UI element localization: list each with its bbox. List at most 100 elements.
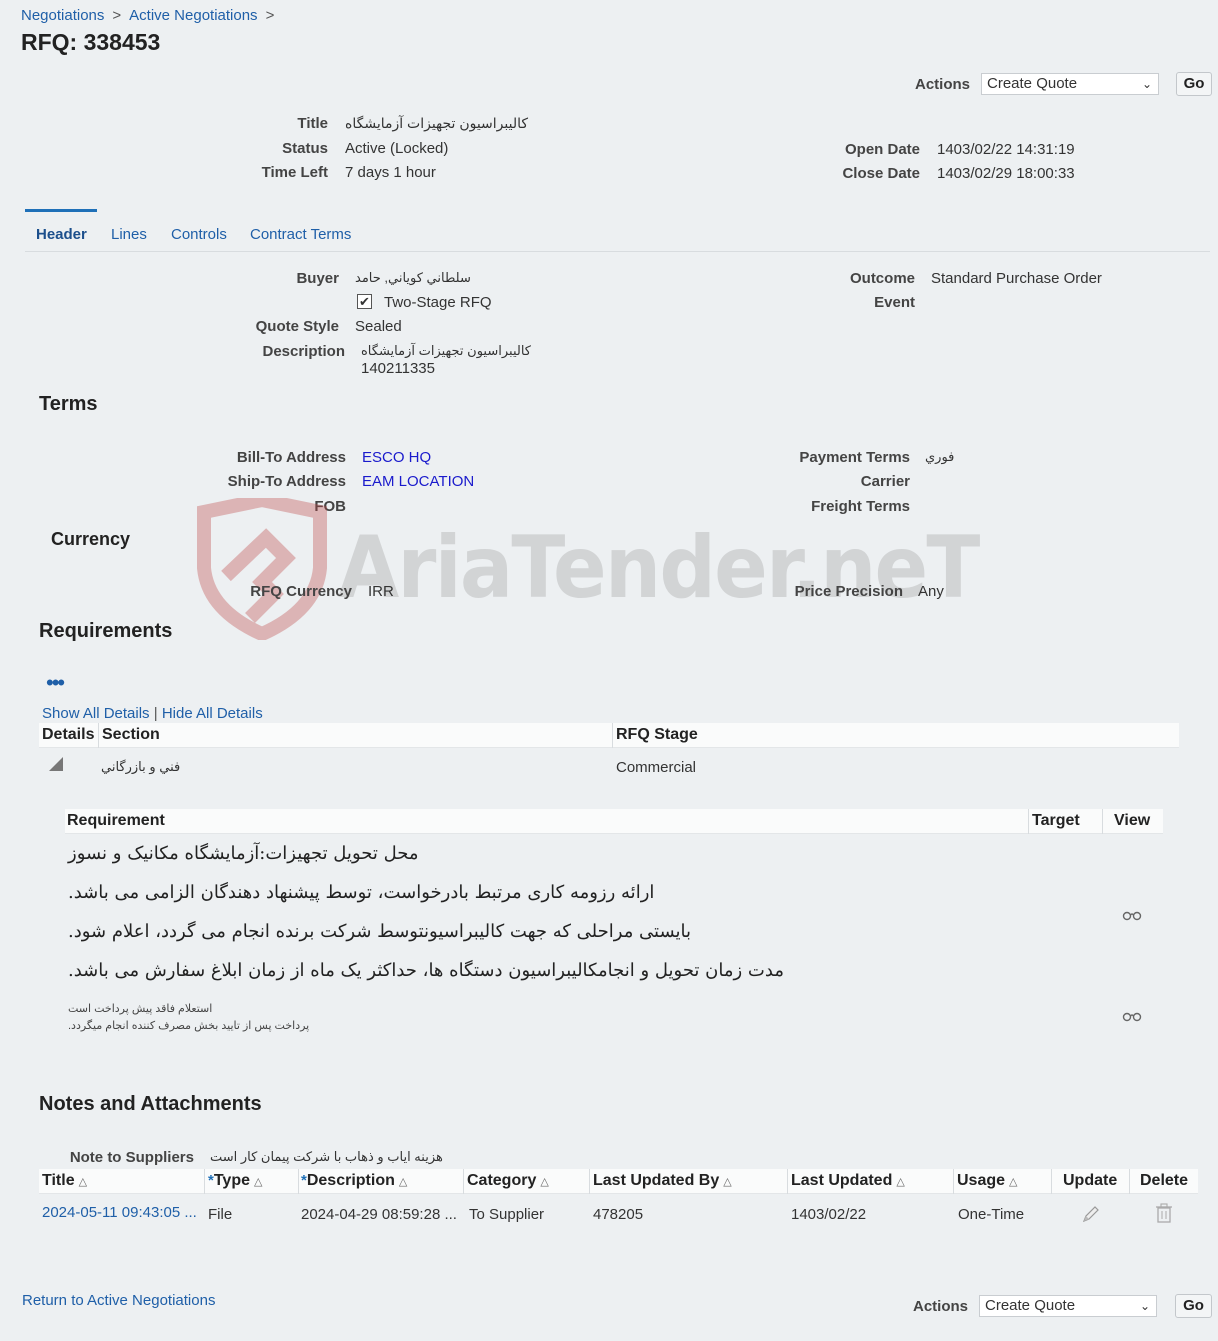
show-all-details-link[interactable]: Show All Details xyxy=(42,705,150,722)
payment-terms-value: فوري xyxy=(925,449,955,464)
more-options-icon[interactable]: ••• xyxy=(46,672,65,694)
time-left-value: 7 days 1 hour xyxy=(345,164,436,181)
col-view: View xyxy=(1114,812,1151,829)
ship-to-link[interactable]: EAM LOCATION xyxy=(362,473,474,490)
view-glasses-icon[interactable] xyxy=(1122,1010,1142,1022)
col-target: Target xyxy=(1032,812,1080,829)
column-divider xyxy=(204,1169,205,1194)
actions-label: Actions xyxy=(912,1298,968,1315)
sort-icon[interactable]: △ xyxy=(1009,1176,1017,1188)
col-category[interactable]: Category △ xyxy=(467,1172,549,1190)
description-line1: کالیبراسیون تجهیزات آزمایشگاه xyxy=(361,343,531,358)
actions-select[interactable]: Create Quote ⌄ xyxy=(981,73,1159,95)
breadcrumb-active-negotiations[interactable]: Active Negotiations xyxy=(129,7,257,24)
column-divider xyxy=(1102,809,1103,834)
outcome-value: Standard Purchase Order xyxy=(931,270,1102,287)
breadcrumb-negotiations[interactable]: Negotiations xyxy=(21,7,104,24)
watermark-text: AriaTender.neT xyxy=(338,518,980,618)
event-label: Event xyxy=(874,294,915,311)
two-stage-checkbox[interactable]: ✔ xyxy=(357,294,372,309)
description-line2: 140211335 xyxy=(361,360,435,377)
go-button-bottom[interactable]: Go xyxy=(1175,1294,1212,1318)
title-value: کالیبراسیون تجهیزات آزمایشگاه xyxy=(345,115,529,131)
links-divider: | xyxy=(153,705,158,722)
page-title: RFQ: 338453 xyxy=(21,29,161,55)
view-glasses-icon[interactable] xyxy=(1122,909,1142,921)
payment-terms-label: Payment Terms xyxy=(799,449,910,466)
title-label: Title xyxy=(297,115,328,132)
requirement-line: مدت زمان تحویل و انجامکالیبراسیون دستگاه… xyxy=(68,960,784,981)
chevron-down-icon: ⌄ xyxy=(1139,1299,1150,1313)
column-divider xyxy=(787,1169,788,1194)
attachment-description: 2024-04-29 08:59:28 ... xyxy=(301,1206,457,1223)
breadcrumb: Negotiations > Active Negotiations > xyxy=(21,7,282,24)
rfq-currency-label: RFQ Currency xyxy=(250,583,352,600)
tab-header[interactable]: Header xyxy=(36,226,87,243)
tab-contract-terms[interactable]: Contract Terms xyxy=(250,226,351,243)
details-toggle-links: Show All Details | Hide All Details xyxy=(42,705,263,722)
collapse-triangle-icon[interactable] xyxy=(49,757,63,771)
bill-to-link[interactable]: ESCO HQ xyxy=(362,449,431,466)
col-delete: Delete xyxy=(1140,1172,1189,1189)
sort-icon[interactable]: △ xyxy=(540,1176,548,1188)
buyer-value: سلطاني كوياني, حامد xyxy=(355,270,471,285)
col-description[interactable]: *Description △ xyxy=(301,1172,407,1190)
breadcrumb-separator: > xyxy=(265,7,275,24)
requirement-line: ارائه رزومه کاری مرتبط بادرخواست، توسط پ… xyxy=(68,882,655,903)
note-to-suppliers-value: هزینه ایاب و ذهاب با شرکت پیمان کار است xyxy=(210,1149,443,1164)
close-date-value: 1403/02/29 18:00:33 xyxy=(937,165,1075,182)
attachment-type: File xyxy=(208,1206,233,1223)
terms-heading: Terms xyxy=(39,393,98,415)
status-value: Active (Locked) xyxy=(345,140,449,157)
carrier-label: Carrier xyxy=(860,473,910,490)
col-type[interactable]: *Type △ xyxy=(208,1172,262,1190)
hide-all-details-link[interactable]: Hide All Details xyxy=(162,705,263,722)
note-to-suppliers-label: Note to Suppliers xyxy=(69,1149,194,1166)
description-label: Description xyxy=(262,343,345,360)
col-description-label: Description xyxy=(306,1172,395,1189)
notes-heading: Notes and Attachments xyxy=(39,1093,262,1115)
sort-icon[interactable]: △ xyxy=(399,1176,407,1188)
sort-icon[interactable]: △ xyxy=(79,1176,87,1188)
chevron-down-icon: ⌄ xyxy=(1141,77,1152,91)
pencil-icon[interactable] xyxy=(1080,1203,1102,1225)
currency-heading: Currency xyxy=(51,529,131,549)
column-divider xyxy=(1051,1169,1052,1194)
requirement-line: بایستی مراحلی که جهت کالیبراسیونتوسط شرک… xyxy=(68,921,692,942)
col-category-label: Category xyxy=(467,1172,537,1189)
column-divider xyxy=(298,1169,299,1194)
tab-lines[interactable]: Lines xyxy=(111,226,147,243)
col-title[interactable]: Title △ xyxy=(42,1172,87,1190)
return-to-active-negotiations-link[interactable]: Return to Active Negotiations xyxy=(22,1292,215,1309)
status-label: Status xyxy=(282,140,328,157)
price-precision-label: Price Precision xyxy=(794,583,903,600)
sort-icon[interactable]: △ xyxy=(896,1176,904,1188)
attachment-category: To Supplier xyxy=(469,1206,545,1223)
time-left-label: Time Left xyxy=(261,164,328,181)
close-date-label: Close Date xyxy=(842,165,920,182)
stage-value: Commercial xyxy=(616,759,697,776)
col-type-label: Type xyxy=(213,1172,250,1189)
col-usage[interactable]: Usage △ xyxy=(957,1172,1018,1190)
attachment-title-link[interactable]: 2024-05-11 09:43:05 ... xyxy=(42,1204,197,1221)
attachments-table-header: Title △ *Type △ *Description △ Category △ La… xyxy=(39,1169,1198,1194)
freight-terms-label: Freight Terms xyxy=(811,498,910,515)
actions-select-value: Create Quote xyxy=(987,75,1078,92)
tab-controls[interactable]: Controls xyxy=(171,226,227,243)
section-value: فني و بازرگاني xyxy=(101,759,181,774)
two-stage-label: Two-Stage RFQ xyxy=(384,294,492,311)
rfq-currency-value: IRR xyxy=(368,583,394,600)
go-button[interactable]: Go xyxy=(1176,72,1212,96)
requirement-1: محل تحویل تجهیزات:آزمایشگاه مکانیک و نسو… xyxy=(68,843,928,999)
col-last-updated[interactable]: Last Updated △ xyxy=(791,1172,905,1190)
trash-icon[interactable] xyxy=(1155,1203,1173,1223)
actions-select-bottom[interactable]: Create Quote ⌄ xyxy=(979,1295,1157,1317)
open-date-label: Open Date xyxy=(844,141,920,158)
quote-style-value: Sealed xyxy=(355,318,402,335)
sort-icon[interactable]: △ xyxy=(723,1176,731,1188)
column-divider xyxy=(98,723,99,748)
col-last-updated-by[interactable]: Last Updated By △ xyxy=(593,1172,732,1190)
sort-icon[interactable]: △ xyxy=(254,1176,262,1188)
requirement-line: پرداخت پس از تایید بخش مصرف کننده انجام … xyxy=(68,1020,310,1032)
column-divider xyxy=(953,1169,954,1194)
